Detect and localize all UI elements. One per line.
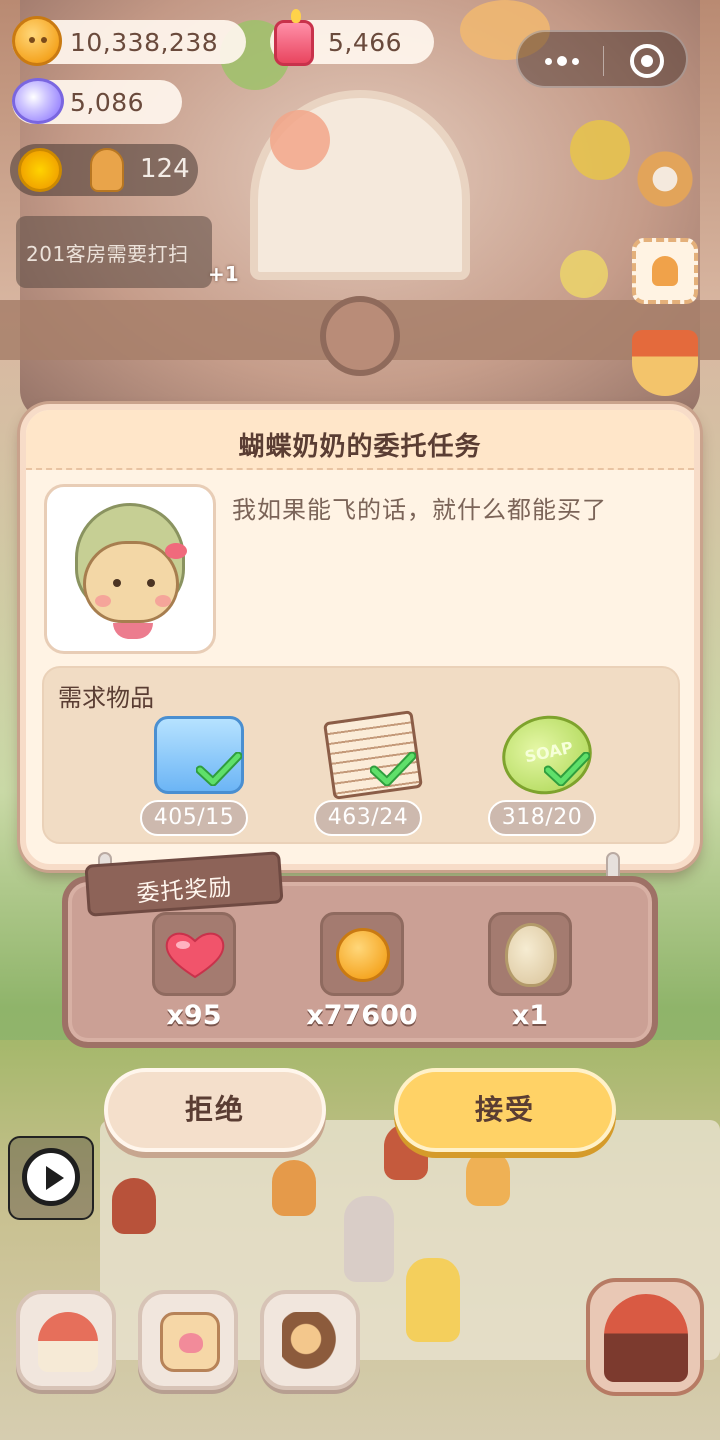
item-count: 318/20 [488,800,596,836]
check-icon [369,751,417,787]
reject-button[interactable]: 拒绝 [104,1068,326,1152]
granny-collar [113,623,153,639]
granny-cheek [95,595,111,607]
egg-icon [505,923,557,987]
balloon-decoration [570,120,630,180]
sun-count: 124 [140,154,190,184]
check-icon [195,751,243,787]
miniprogram-capsule [516,30,688,88]
cookie-coin-icon [336,928,390,982]
gear-icon[interactable] [632,146,698,212]
medal-icon[interactable] [632,330,698,396]
dialog-header: 蝴蝶奶奶的委托任务 [26,410,694,470]
sun-badge[interactable]: 124 [10,144,198,196]
mushroom-house-icon [38,1312,98,1372]
commission-dialog: 蝴蝶奶奶的委托任务 我如果能飞的话，就什么都能买了 需求物品 405/15 46… [20,404,700,870]
house-wheel [320,296,400,376]
client-portrait [44,484,216,654]
reward-slot-coin[interactable] [320,912,404,996]
gingerbread-npc[interactable] [272,1160,316,1216]
client-quote: 我如果能飞的话，就什么都能买了 [232,496,607,524]
play-icon [22,1148,80,1206]
gingerbread-npc[interactable] [466,1150,510,1206]
granny-eye [147,579,155,587]
friends-button[interactable] [260,1290,360,1390]
heart-icon [163,929,227,979]
item-count: 405/15 [140,800,248,836]
character-card-icon[interactable] [632,238,698,304]
reward-qty: x95 [166,1000,222,1031]
more-icon[interactable] [540,46,584,76]
reward-slot-heart[interactable] [152,912,236,996]
item-count: 463/24 [314,800,422,836]
room-task-tip[interactable]: 201客房需要打扫 [16,216,212,288]
required-item-soap[interactable]: SOAP 318/20 [482,707,612,838]
required-items-panel: 需求物品 405/15 463/24 SOAP 318/20 [42,666,680,844]
balloon-decoration [270,110,330,170]
cookie-icon [12,16,62,66]
friends-icon [282,1312,342,1372]
granny-cheek [155,595,171,607]
reward-qty: x1 [511,1000,549,1031]
plus-one-label: +1 [208,262,239,286]
gingerbread-icon [90,148,124,192]
balloon-decoration [560,250,608,298]
gem-icon [12,78,64,124]
gem-count: 5,086 [70,87,145,117]
required-item-newspaper[interactable]: 463/24 [308,710,438,838]
home-button[interactable] [16,1290,116,1390]
granny-npc[interactable] [344,1196,394,1282]
check-icon [543,751,591,787]
diary-icon [160,1312,220,1372]
reward-title: 委托奖励 [135,874,234,908]
required-items-title: 需求物品 [58,684,154,712]
gacha-shop-icon [604,1294,688,1382]
diary-button[interactable] [138,1290,238,1390]
close-miniprogram-icon[interactable] [630,44,664,78]
accept-button[interactable]: 接受 [394,1068,616,1152]
reward-qty: x77600 [306,1000,418,1031]
required-item-detergent[interactable]: 405/15 [134,716,264,838]
butterfly-bow [165,543,187,559]
dialog-title: 蝴蝶奶奶的委托任务 [238,432,482,462]
granny-eye [113,579,121,587]
sun-icon [18,148,62,192]
player-girl-character[interactable] [406,1258,460,1342]
gingerbread-npc[interactable] [112,1178,156,1234]
candle-count: 5,466 [328,27,403,57]
reward-slot-egg[interactable] [488,912,572,996]
cookie-count: 10,338,238 [70,27,219,57]
candle-icon [274,9,314,66]
capsule-divider [603,46,604,76]
video-button[interactable] [8,1136,94,1220]
shop-button[interactable] [586,1278,704,1396]
